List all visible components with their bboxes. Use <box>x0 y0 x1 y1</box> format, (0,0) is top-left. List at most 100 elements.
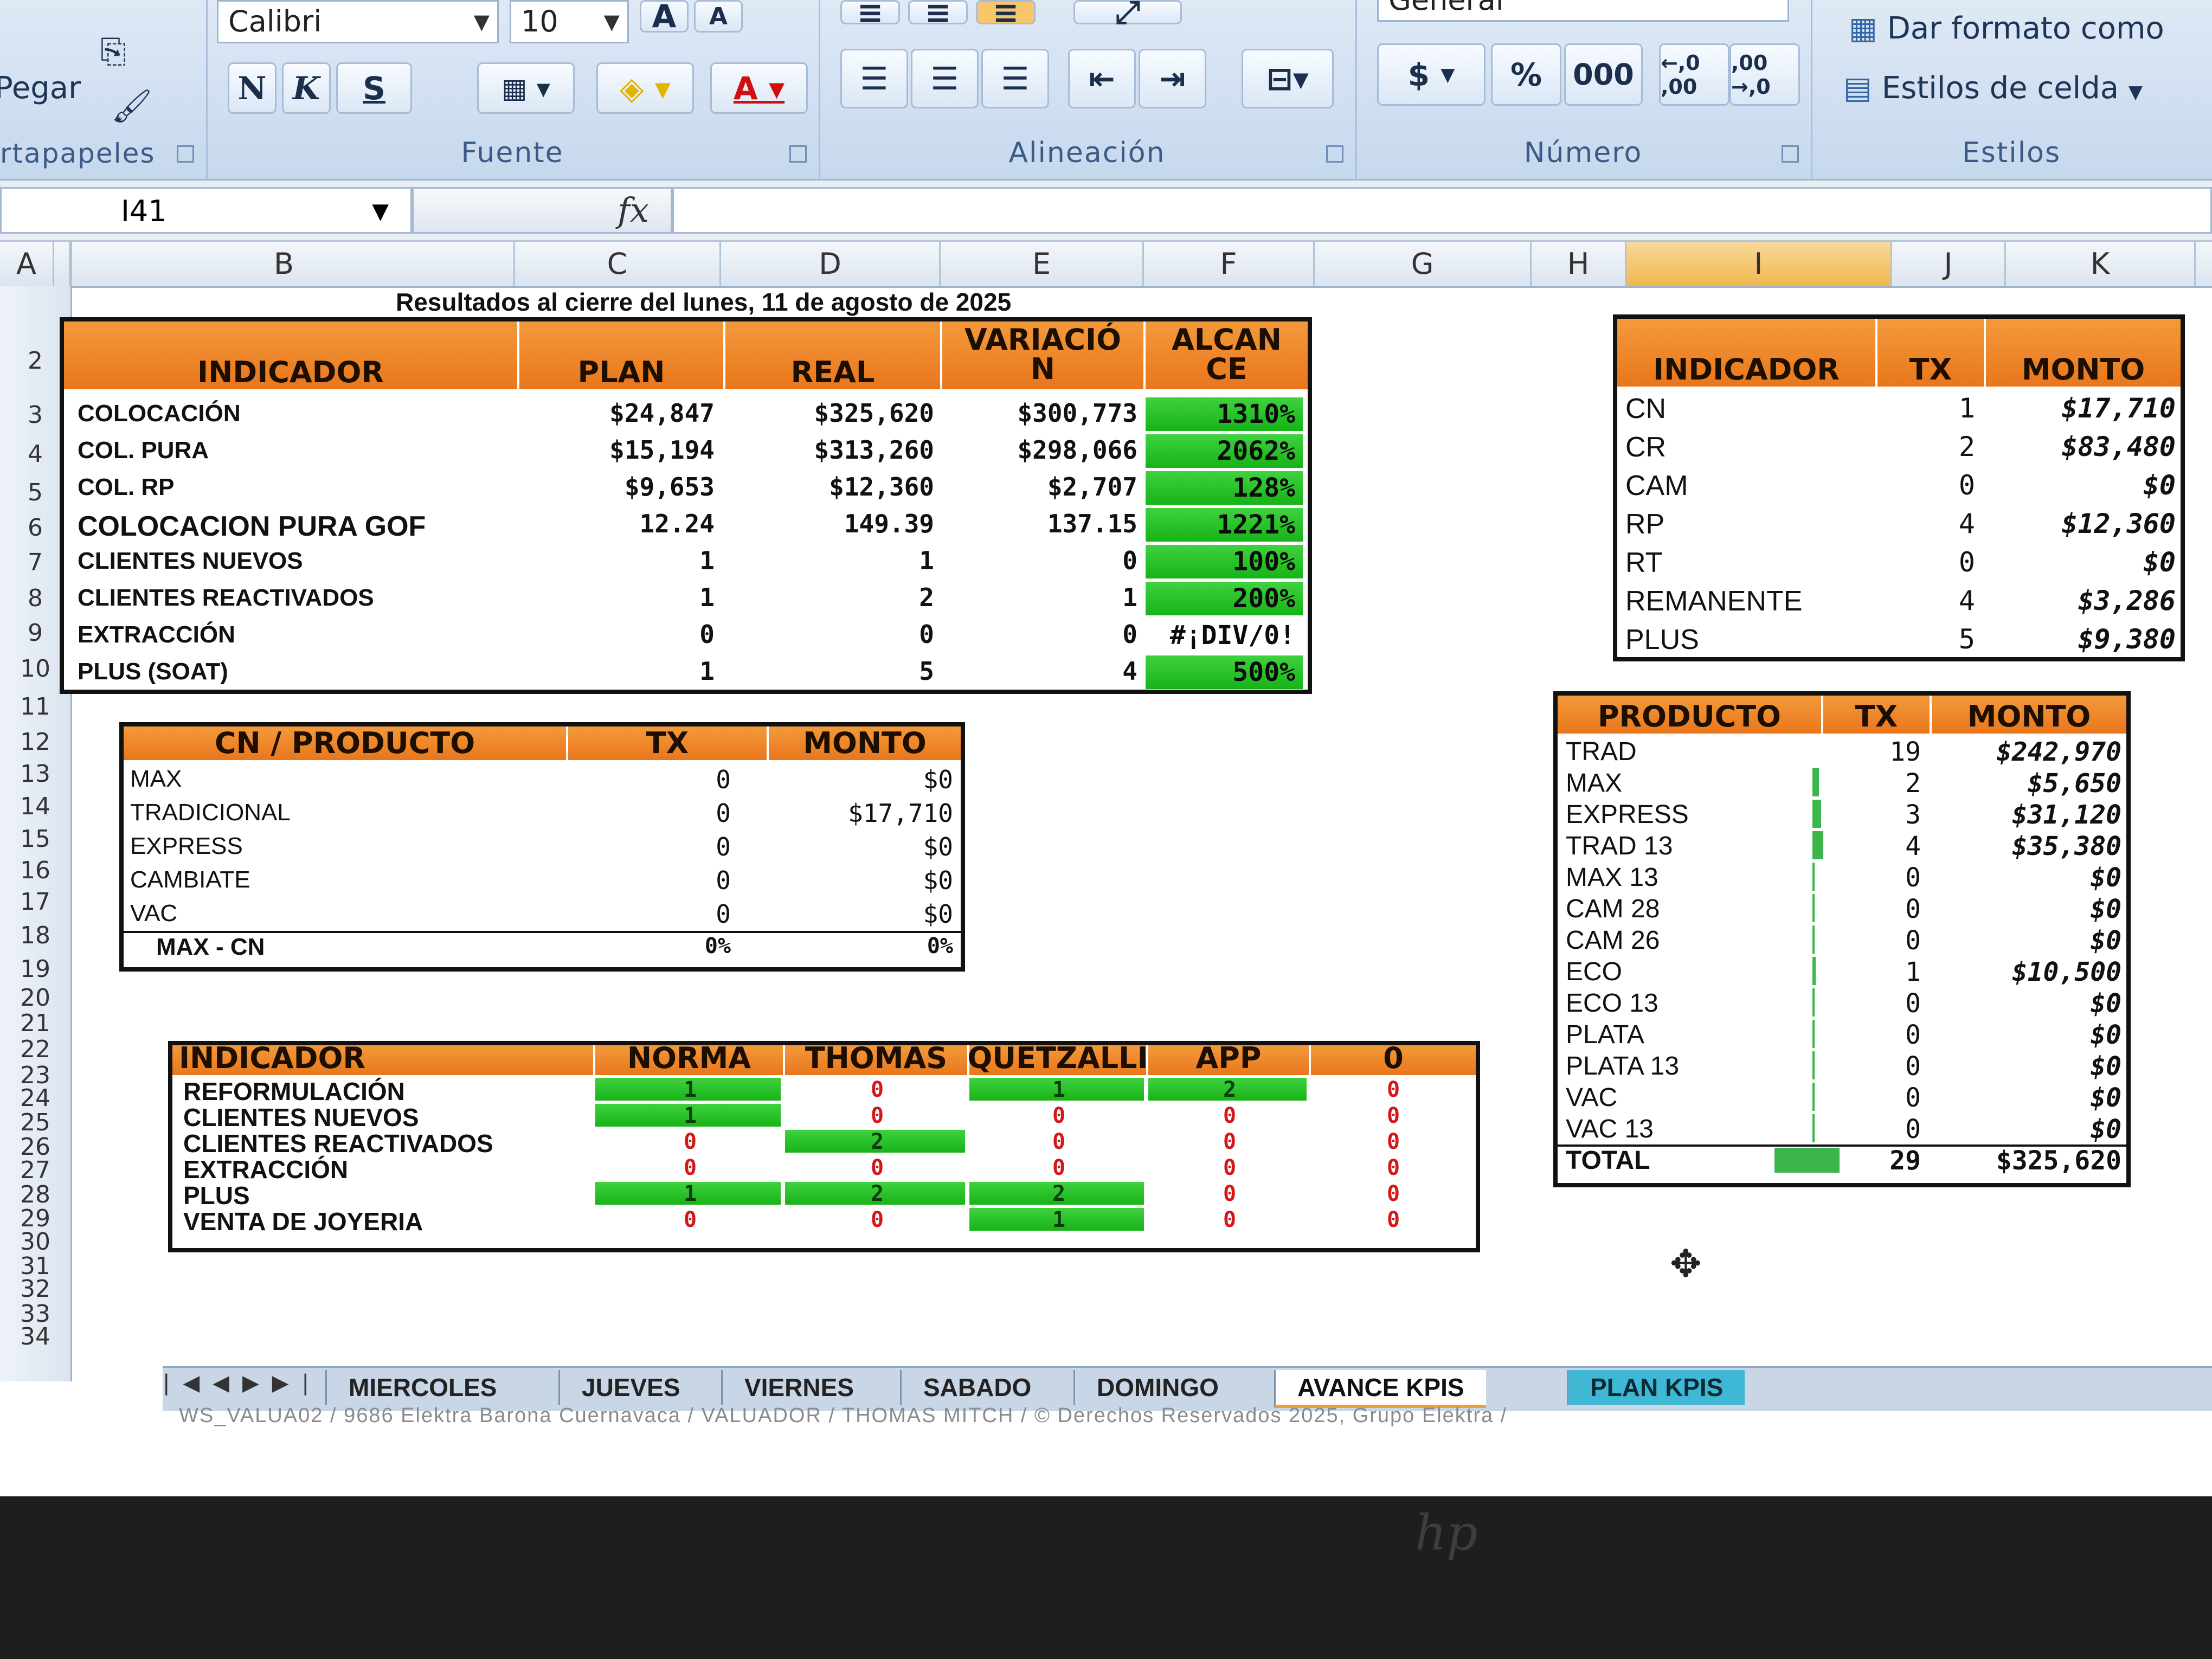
kpi-row-variacion[interactable]: 1 <box>942 585 1137 610</box>
kpi-row-plan[interactable]: 12.24 <box>519 511 715 536</box>
prod-row-monto[interactable]: $31,120 <box>1932 802 2121 828</box>
format-painter-icon[interactable]: 🖌 <box>111 87 152 125</box>
kpi-row-real[interactable]: 0 <box>725 622 934 647</box>
sheet-tab-miercoles[interactable]: MIERCOLES <box>325 1370 518 1405</box>
people-cell-value[interactable]: 0 <box>595 1131 785 1153</box>
tab-nav-arrows-icon[interactable]: |◀◀▶▶| <box>163 1371 322 1396</box>
people-cell-value[interactable]: 0 <box>1311 1131 1476 1153</box>
people-cell-value[interactable]: 0 <box>1148 1157 1311 1179</box>
format-as-table-button[interactable]: ▦ Dar formato como <box>1849 11 2164 46</box>
row-header-18[interactable]: 18 <box>0 922 70 949</box>
column-header-K[interactable]: K <box>2006 242 2196 286</box>
cn-row-tx[interactable]: 0 <box>568 868 731 893</box>
prod-row-tx[interactable]: 2 <box>1823 770 1921 796</box>
align-bottom-icon[interactable]: ≡ <box>976 0 1036 31</box>
clipboard-launcher-icon[interactable] <box>177 145 194 163</box>
people-cell-value[interactable]: 0 <box>1311 1157 1476 1179</box>
row-header-16[interactable]: 16 <box>0 857 70 884</box>
prod-row-tx[interactable]: 0 <box>1823 896 1921 922</box>
italic-button[interactable]: K <box>282 62 331 114</box>
align-right-icon[interactable]: ☰ <box>981 49 1049 108</box>
prod-row-tx[interactable]: 0 <box>1823 928 1921 954</box>
ind-row-tx[interactable]: 4 <box>1877 587 1975 614</box>
thousands-button[interactable]: 000 <box>1564 43 1643 106</box>
prod-total-tx[interactable]: 29 <box>1823 1148 1921 1174</box>
row-header-12[interactable]: 12 <box>0 728 70 756</box>
sheet-tab-jueves[interactable]: JUEVES <box>558 1370 702 1405</box>
column-header-I[interactable]: I <box>1626 242 1892 286</box>
prod-row-tx[interactable]: 0 <box>1823 1116 1921 1142</box>
align-middle-icon[interactable]: ≡ <box>908 0 968 31</box>
prod-row-monto[interactable]: $5,650 <box>1932 770 2121 796</box>
kpi-row-plan[interactable]: 1 <box>519 659 715 684</box>
sheet-tab-domingo[interactable]: DOMINGO <box>1073 1370 1240 1405</box>
kpi-row-alcance[interactable]: #¡DIV/0! <box>1146 619 1303 652</box>
alignment-launcher-icon[interactable] <box>1326 145 1343 163</box>
prod-row-tx[interactable]: 0 <box>1823 1022 1921 1048</box>
prod-row-tx[interactable]: 1 <box>1823 959 1921 985</box>
row-header-19[interactable]: 19 <box>0 955 70 983</box>
kpi-row-plan[interactable]: $9,653 <box>519 474 715 499</box>
number-format-combo[interactable]: General <box>1377 0 1789 22</box>
prod-row-tx[interactable]: 4 <box>1823 833 1921 859</box>
ind-row-tx[interactable]: 1 <box>1877 395 1975 422</box>
row-header-13[interactable]: 13 <box>0 760 70 788</box>
kpi-row-variacion[interactable]: 4 <box>942 659 1137 684</box>
cn-row-tx[interactable]: 0 <box>568 767 731 792</box>
merge-center-icon[interactable]: ⊟▾ <box>1242 49 1334 108</box>
ind-row-tx[interactable]: 2 <box>1877 433 1975 460</box>
ind-row-monto[interactable]: $0 <box>1986 472 2176 499</box>
people-cell-value[interactable]: 0 <box>1311 1105 1476 1127</box>
increase-decimal-button[interactable]: ←,0 ,00 <box>1659 43 1729 106</box>
prod-row-monto[interactable]: $0 <box>1932 1116 2121 1142</box>
grow-font-button[interactable]: A <box>640 0 689 35</box>
people-cell-value[interactable]: 0 <box>1311 1209 1476 1231</box>
number-launcher-icon[interactable] <box>1782 145 1799 163</box>
chevron-down-icon[interactable]: ▼ <box>372 189 389 234</box>
prod-row-monto[interactable]: $10,500 <box>1932 959 2121 985</box>
fill-color-icon[interactable]: ◈ ▾ <box>596 62 694 114</box>
cn-row-monto[interactable]: $0 <box>769 834 953 859</box>
people-cell-value[interactable]: 0 <box>969 1105 1148 1127</box>
prod-row-tx[interactable]: 0 <box>1823 1085 1921 1111</box>
ind-row-tx[interactable]: 0 <box>1877 549 1975 576</box>
kpi-row-alcance[interactable]: 1310% <box>1146 397 1303 431</box>
insert-function-button[interactable]: fx <box>412 187 672 234</box>
prod-row-tx[interactable]: 0 <box>1823 1053 1921 1079</box>
people-cell-value[interactable]: 2 <box>785 1183 969 1205</box>
name-box[interactable]: I41 ▼ <box>0 187 412 234</box>
cn-row-tx[interactable]: 0 <box>568 801 731 826</box>
row-header-15[interactable]: 15 <box>0 825 70 853</box>
column-header-J[interactable]: J <box>1892 242 2006 286</box>
row-header-25[interactable]: 25 <box>0 1109 70 1136</box>
people-cell-value[interactable]: 0 <box>969 1157 1148 1179</box>
kpi-row-alcance[interactable]: 128% <box>1146 471 1303 505</box>
font-size-combo[interactable]: 10 ▼ <box>510 0 629 43</box>
kpi-row-plan[interactable]: 1 <box>519 548 715 573</box>
ind-row-monto[interactable]: $0 <box>1986 549 2176 576</box>
row-header-20[interactable]: 20 <box>0 984 70 1012</box>
prod-row-tx[interactable]: 19 <box>1823 739 1921 765</box>
kpi-row-plan[interactable]: $15,194 <box>519 438 715 462</box>
borders-icon[interactable]: ▦ ▾ <box>477 62 575 114</box>
kpi-row-variacion[interactable]: 0 <box>942 622 1137 647</box>
cn-row-tx[interactable]: 0 <box>568 834 731 859</box>
prod-row-tx[interactable]: 0 <box>1823 991 1921 1017</box>
prod-row-monto[interactable]: $0 <box>1932 928 2121 954</box>
font-color-icon[interactable]: A ▾ <box>710 62 808 114</box>
prod-row-monto[interactable]: $0 <box>1932 1022 2121 1048</box>
cell-styles-button[interactable]: ▤ Estilos de celda ▼ <box>1843 70 2143 106</box>
people-cell-value[interactable]: 1 <box>595 1183 785 1205</box>
row-header-17[interactable]: 17 <box>0 888 70 916</box>
column-header-F[interactable]: F <box>1144 242 1315 286</box>
kpi-row-real[interactable]: $325,620 <box>725 401 934 426</box>
sheet-tab-avance-kpis[interactable]: AVANCE KPIS <box>1274 1370 1486 1408</box>
column-header-C[interactable]: C <box>515 242 721 286</box>
ind-row-tx[interactable]: 4 <box>1877 510 1975 537</box>
kpi-row-real[interactable]: 1 <box>725 548 934 573</box>
prod-row-monto[interactable]: $0 <box>1932 1085 2121 1111</box>
people-cell-value[interactable]: 0 <box>1148 1209 1311 1231</box>
people-cell-value[interactable]: 0 <box>1148 1183 1311 1205</box>
font-name-combo[interactable]: Calibri ▼ <box>217 0 499 43</box>
kpi-row-plan[interactable]: $24,847 <box>519 401 715 426</box>
